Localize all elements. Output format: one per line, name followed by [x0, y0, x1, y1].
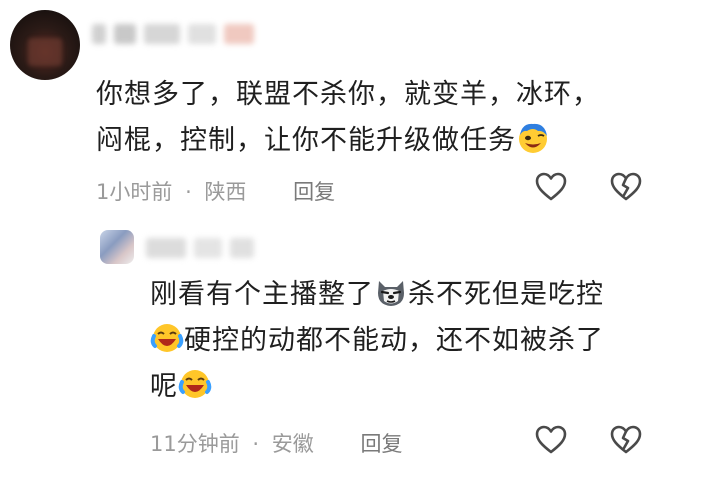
comment-text-line: 闷棍，控制，让你不能升级做任务 — [96, 118, 636, 164]
comment-text: 你想多了，联盟不杀你，就变羊，冰环， 闷棍，控制，让你不能升级做任务 — [96, 72, 636, 164]
husky-dog-emoji — [378, 281, 404, 306]
location: 安徽 — [271, 432, 314, 456]
comment-text-line: 呢 — [150, 364, 670, 410]
heart-icon[interactable] — [534, 170, 568, 204]
username-blurred[interactable] — [92, 24, 262, 46]
broken-heart-icon[interactable] — [609, 423, 643, 457]
crying-laughing-face-emoji — [150, 324, 184, 352]
meta-separator: · — [185, 180, 192, 204]
comment-text: 刚看有个主播整了 杀不死但是吃控 硬控的动都不能动，还不如被杀了 呢 — [150, 272, 670, 410]
heart-icon[interactable] — [534, 423, 568, 457]
comment-text-line: 硬控的动都不能动，还不如被杀了 — [150, 318, 670, 364]
comment-text-line: 刚看有个主播整了 杀不死但是吃控 — [150, 272, 670, 318]
avatar[interactable] — [100, 230, 134, 264]
broken-heart-icon[interactable] — [609, 170, 643, 204]
reply-button[interactable]: 回复 — [293, 180, 335, 204]
location: 陕西 — [204, 180, 247, 204]
comment-meta: 11分钟前 · 安徽 回复 — [150, 428, 402, 458]
reply-button[interactable]: 回复 — [360, 432, 402, 456]
avatar[interactable] — [10, 10, 80, 80]
comment-text-line: 你想多了，联盟不杀你，就变羊，冰环， — [96, 79, 600, 110]
meta-separator: · — [252, 432, 260, 456]
timestamp: 11分钟前 — [150, 432, 240, 456]
comment-meta: 1小时前 · 陕西 回复 — [96, 176, 335, 206]
timestamp: 1小时前 — [96, 180, 173, 204]
crying-laughing-face-emoji — [178, 370, 212, 398]
laughing-face-emoji — [519, 123, 547, 153]
username-blurred[interactable] — [146, 238, 262, 260]
